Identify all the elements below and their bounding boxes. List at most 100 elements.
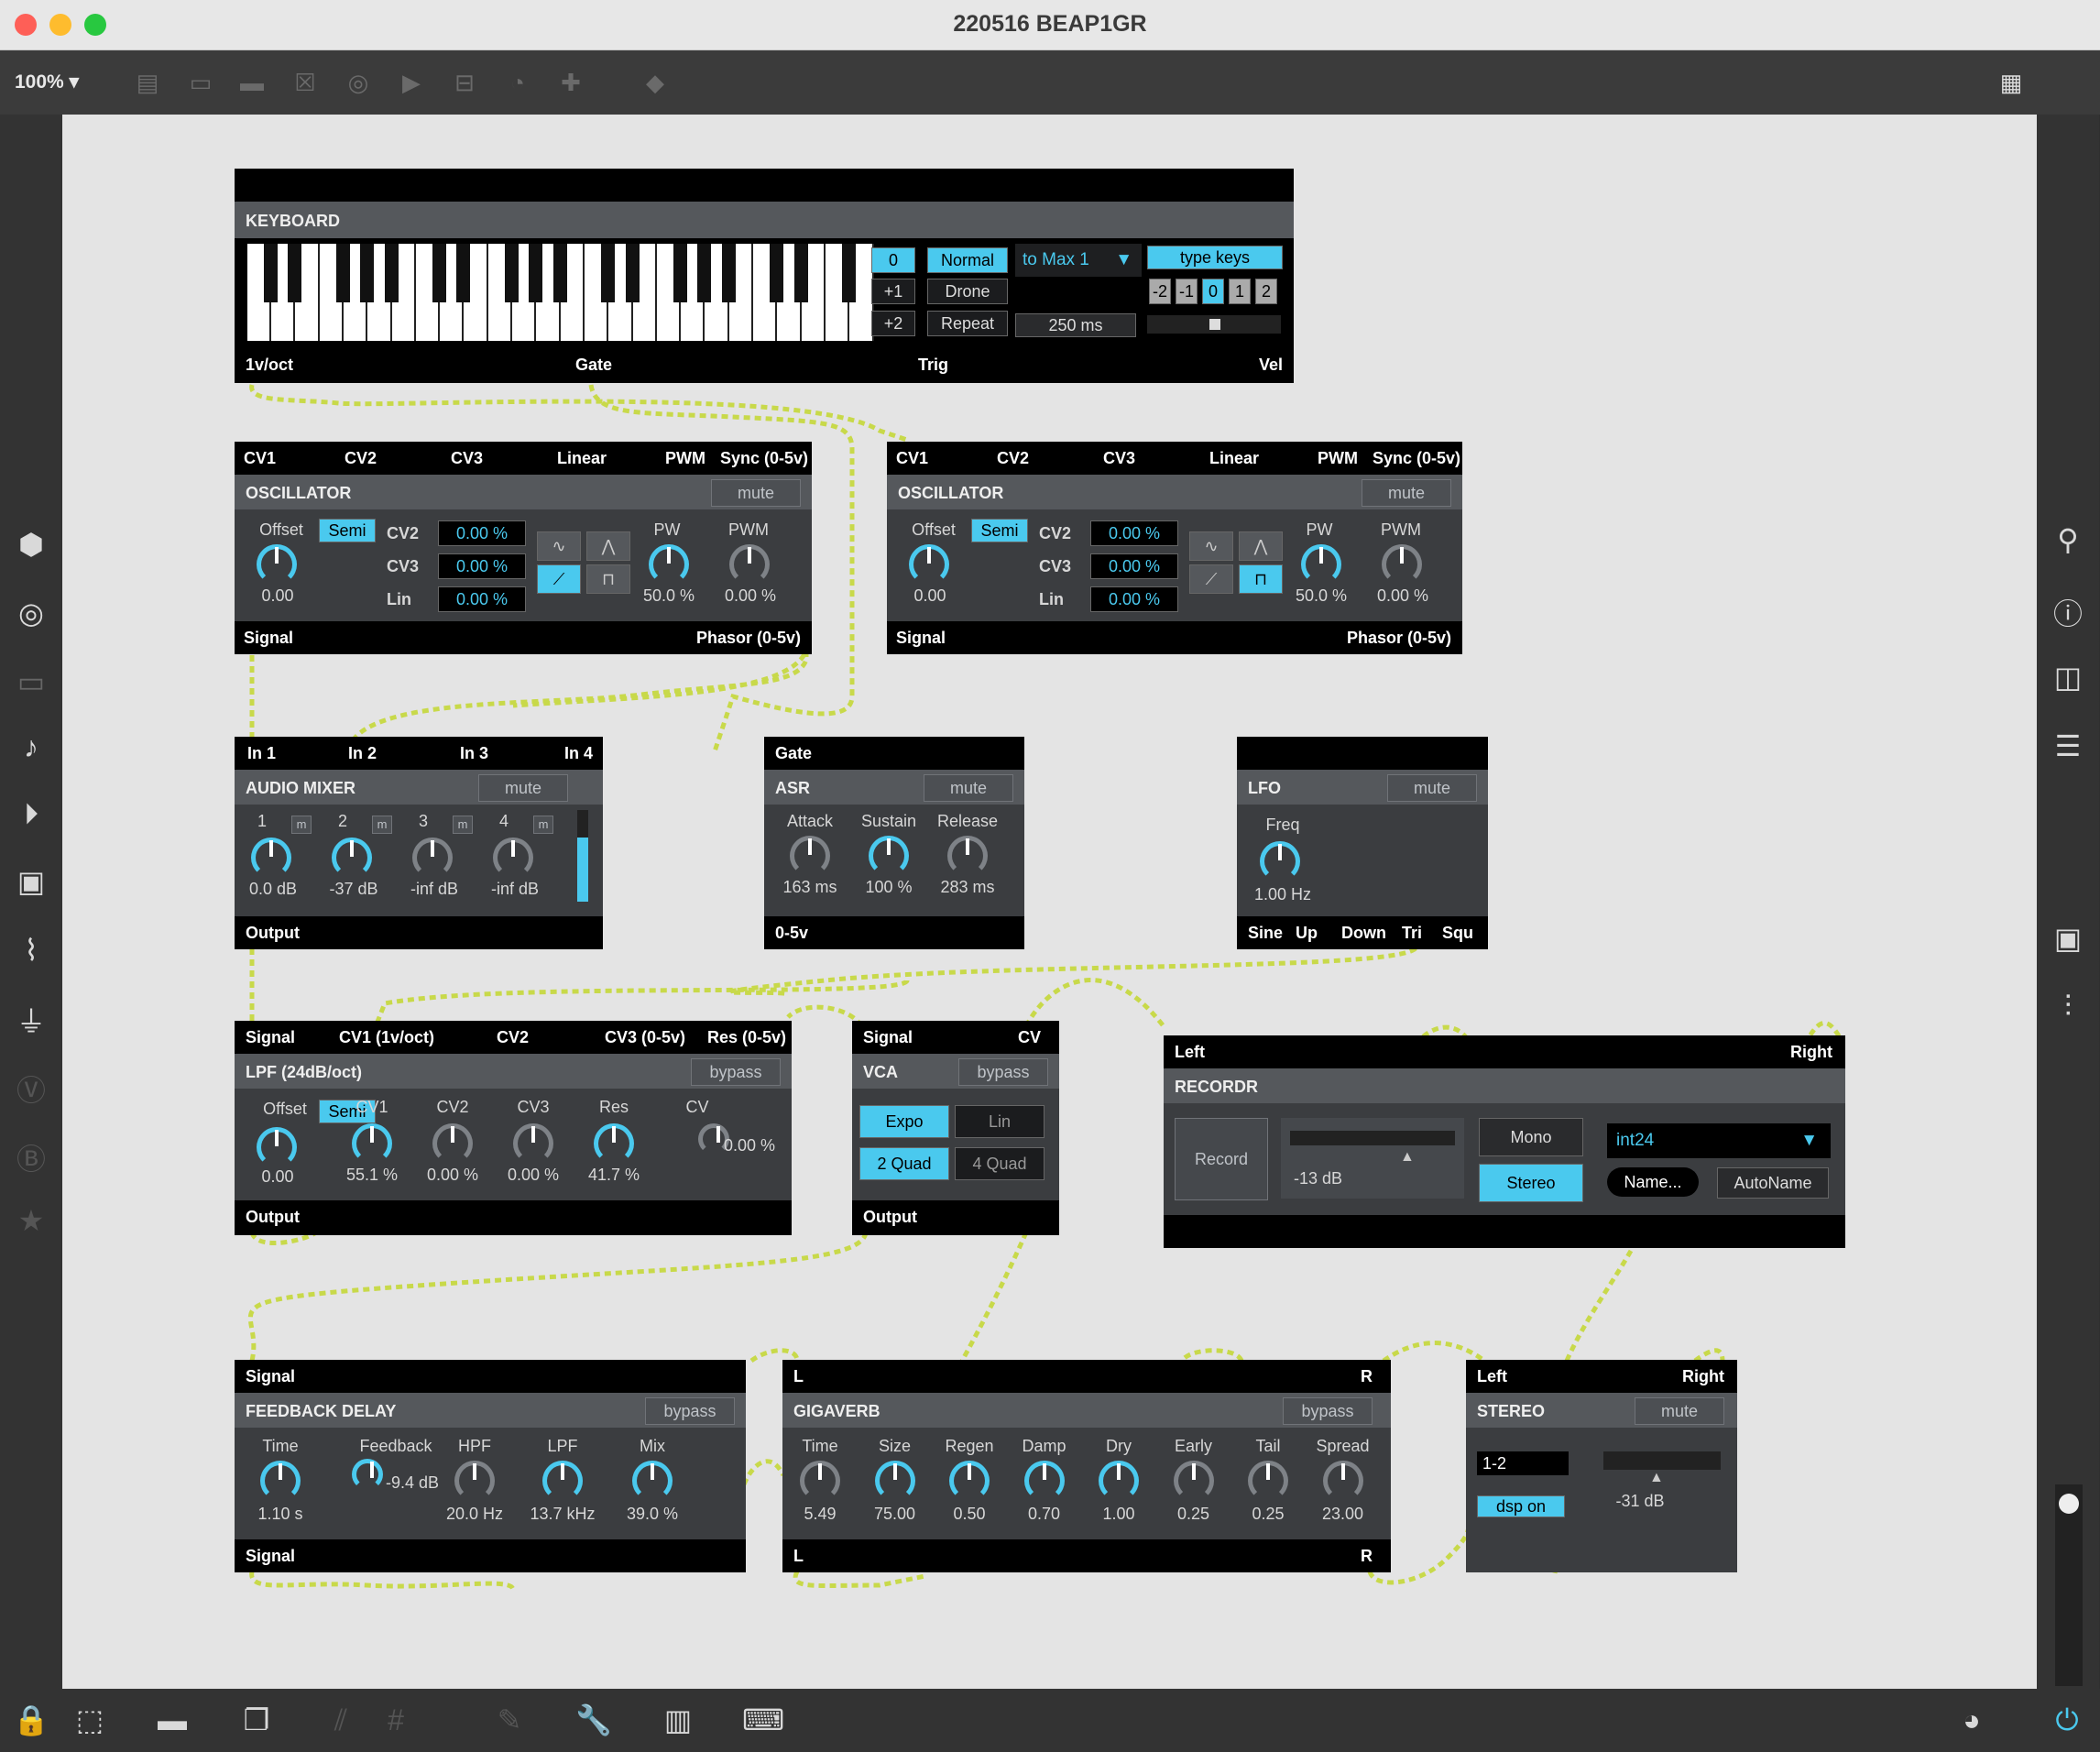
- output-squ[interactable]: Squ: [1442, 924, 1473, 943]
- star-icon[interactable]: ★: [0, 1203, 62, 1238]
- black-key[interactable]: [288, 244, 302, 302]
- input-3[interactable]: Linear: [1209, 449, 1259, 468]
- input-2[interactable]: In 2: [348, 744, 377, 763]
- media-icon[interactable]: ⏵: [0, 797, 62, 832]
- black-key[interactable]: [432, 244, 447, 302]
- input-right[interactable]: R: [1361, 1367, 1373, 1386]
- cv-amount-field[interactable]: 0.00 %: [438, 553, 526, 579]
- output-right[interactable]: R: [1361, 1547, 1373, 1566]
- input-3[interactable]: In 3: [460, 744, 488, 763]
- velocity-slider[interactable]: [1147, 315, 1281, 334]
- piano-icon[interactable]: ▥: [658, 1700, 698, 1740]
- mode-normal-button[interactable]: Normal: [927, 247, 1008, 273]
- cv-amount-field[interactable]: 0.00 %: [1090, 520, 1178, 546]
- input-left[interactable]: Left: [1477, 1367, 1507, 1386]
- input-res[interactable]: Res (0-5v): [707, 1028, 786, 1047]
- 4quad-button[interactable]: 4 Quad: [955, 1147, 1045, 1180]
- device-icon[interactable]: ▭: [0, 664, 62, 699]
- black-key[interactable]: [552, 244, 567, 302]
- sustain-knob[interactable]: [869, 836, 909, 876]
- 2quad-button[interactable]: 2 Quad: [859, 1147, 949, 1180]
- input-0[interactable]: CV1: [244, 449, 276, 468]
- output-port[interactable]: Output: [246, 1208, 300, 1227]
- snapshot-icon[interactable]: ▣: [2037, 921, 2099, 956]
- input-signal[interactable]: Signal: [246, 1028, 295, 1047]
- image-icon[interactable]: ▣: [0, 864, 62, 899]
- channel-select[interactable]: 1-2: [1477, 1451, 1569, 1475]
- output-1voct[interactable]: 1v/oct: [246, 356, 293, 375]
- route-menu[interactable]: to Max 1 ▼: [1015, 244, 1142, 277]
- search-icon[interactable]: ⚲: [2037, 522, 2099, 557]
- black-key[interactable]: [625, 244, 640, 302]
- channel-gain-knob[interactable]: [251, 838, 291, 878]
- black-key[interactable]: [601, 244, 616, 302]
- size-knob[interactable]: [874, 1461, 915, 1501]
- package-icon[interactable]: ⬢: [0, 527, 62, 562]
- offset-knob[interactable]: [909, 544, 949, 585]
- mode-drone-button[interactable]: Drone: [927, 279, 1008, 304]
- square-wave-icon[interactable]: ⊓: [1239, 564, 1283, 594]
- debug-icon[interactable]: ✎: [489, 1700, 530, 1740]
- mixer-icon[interactable]: ⫶: [2037, 990, 2099, 1024]
- output-gate[interactable]: Gate: [575, 356, 612, 375]
- input-4[interactable]: In 4: [564, 744, 593, 763]
- type-keys-button[interactable]: type keys: [1147, 246, 1283, 269]
- black-key[interactable]: [384, 244, 399, 302]
- input-left[interactable]: Left: [1175, 1043, 1205, 1062]
- piano-keyboard[interactable]: [247, 244, 874, 341]
- output-sine[interactable]: Sine: [1248, 924, 1283, 943]
- black-key[interactable]: [770, 244, 784, 302]
- cv-amount-field[interactable]: 0.00 %: [1090, 553, 1178, 579]
- sine-wave-icon[interactable]: ∿: [537, 531, 581, 561]
- channel-mute-button[interactable]: m: [453, 816, 473, 834]
- octave-plus2-button[interactable]: +2: [871, 311, 915, 336]
- presentation-icon[interactable]: ▤: [134, 69, 161, 96]
- input-4[interactable]: PWM: [1318, 449, 1358, 468]
- black-key[interactable]: [529, 244, 543, 302]
- dial-icon[interactable]: ◔: [504, 69, 531, 96]
- input-cv3[interactable]: CV3 (0-5v): [605, 1028, 685, 1047]
- pwm-knob[interactable]: [1382, 544, 1422, 585]
- input-2[interactable]: CV3: [451, 449, 483, 468]
- octave-plus1-button[interactable]: +1: [871, 279, 915, 304]
- input-signal[interactable]: Signal: [863, 1028, 913, 1047]
- tail-knob[interactable]: [1248, 1461, 1288, 1501]
- stereo-button[interactable]: Stereo: [1479, 1164, 1583, 1202]
- hpf-knob[interactable]: [454, 1461, 495, 1501]
- mix-knob[interactable]: [632, 1461, 673, 1501]
- tri-wave-icon[interactable]: ⋀: [1239, 531, 1283, 561]
- release-knob[interactable]: [947, 836, 988, 876]
- regen-knob[interactable]: [949, 1461, 990, 1501]
- input-2[interactable]: CV3: [1103, 449, 1135, 468]
- semi-toggle[interactable]: Semi: [971, 519, 1028, 542]
- mono-button[interactable]: Mono: [1479, 1118, 1583, 1156]
- slider-handle[interactable]: [1209, 319, 1220, 330]
- bypass-button[interactable]: bypass: [691, 1058, 781, 1086]
- channel-mute-button[interactable]: m: [291, 816, 312, 834]
- autoname-button[interactable]: AutoName: [1717, 1167, 1829, 1199]
- cv2-knob[interactable]: [432, 1123, 473, 1164]
- input-3[interactable]: Linear: [557, 449, 607, 468]
- paint-bucket-icon[interactable]: ◆: [641, 69, 669, 96]
- name-button[interactable]: Name...: [1607, 1167, 1699, 1197]
- black-key[interactable]: [335, 244, 350, 302]
- output-up[interactable]: Up: [1296, 924, 1318, 943]
- dsp-toggle[interactable]: dsp on: [1477, 1495, 1565, 1517]
- input-0[interactable]: CV1: [896, 449, 928, 468]
- octave-shift-4-button[interactable]: 2: [1255, 279, 1277, 304]
- mute-button[interactable]: mute: [478, 774, 568, 802]
- output-left[interactable]: L: [793, 1547, 804, 1566]
- saw-wave-icon[interactable]: ⟋: [537, 564, 581, 594]
- record-level[interactable]: ▲ -13 dB: [1281, 1118, 1464, 1199]
- input-right[interactable]: Right: [1682, 1367, 1724, 1386]
- bypass-button[interactable]: bypass: [645, 1397, 735, 1425]
- cv-amount-field[interactable]: 0.00 %: [1090, 586, 1178, 612]
- mute-button[interactable]: mute: [1635, 1397, 1724, 1425]
- message-icon[interactable]: ▬: [238, 69, 266, 96]
- channel-mute-button[interactable]: m: [533, 816, 553, 834]
- format-menu[interactable]: int24 ▼: [1607, 1123, 1831, 1158]
- octave-0-button[interactable]: 0: [871, 247, 915, 273]
- toggle-icon[interactable]: ☒: [291, 69, 319, 96]
- output-signal[interactable]: Signal: [896, 629, 946, 648]
- time-knob[interactable]: [260, 1461, 301, 1501]
